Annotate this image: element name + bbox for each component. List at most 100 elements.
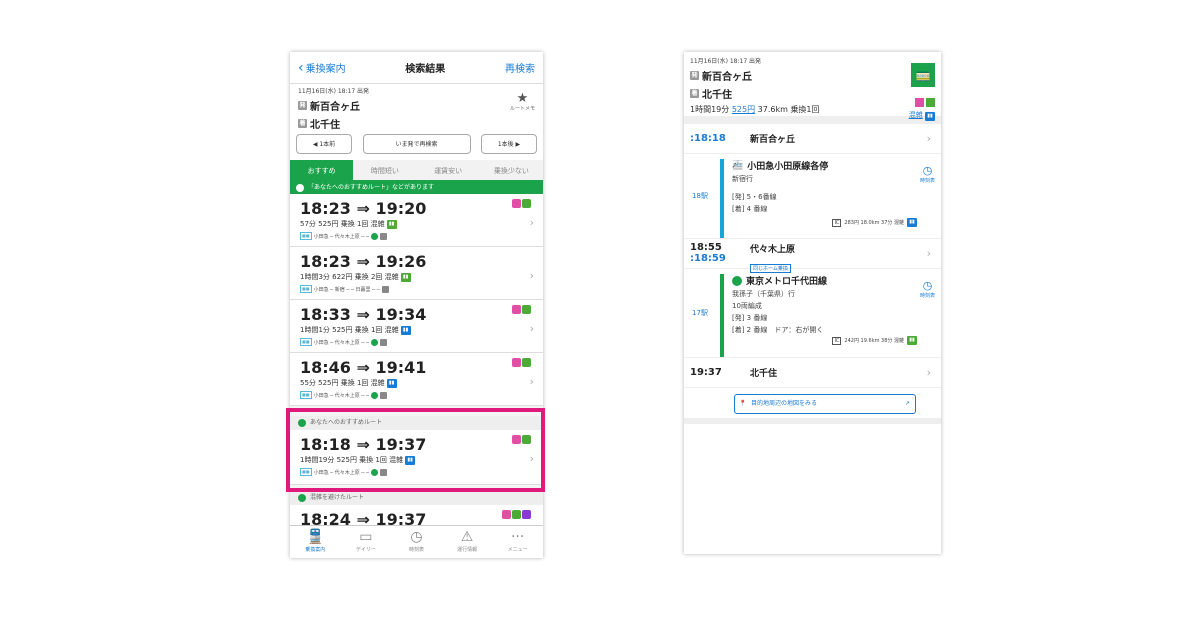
research-button[interactable]: 再検索 — [505, 60, 535, 75]
sort-tabs: おすすめ 時間短い 運賃安い 乗換少ない — [290, 160, 543, 182]
star-icon: ★ — [516, 91, 529, 106]
warning-icon: ⚠ — [460, 529, 474, 545]
route-line-text: 小田急 ─ 新宿 ─ ─ 日暮里 ─ ─ — [313, 286, 380, 293]
tab-daily[interactable]: ▭ デイリー — [341, 526, 392, 558]
prev-train-button[interactable]: ◀ 1本前 — [296, 134, 352, 154]
map-button[interactable]: 📍 目的地周辺の地図をみる ↗ — [734, 394, 916, 414]
line-name[interactable]: 🚈 小田急小田原線各停 — [732, 159, 941, 173]
crowd-icon: ▮▮ — [400, 272, 411, 282]
station-name: 北千住 — [750, 369, 778, 379]
station-row-transfer[interactable]: 18:55:18:59 代々木上原同じホーム乗換 › — [684, 239, 941, 273]
chiyoda-icon — [370, 391, 378, 399]
crowd-icon: ▮▮ — [386, 219, 397, 229]
route-item[interactable]: 18:23 ⇒ 19:20 57分 525円 乗換 1回 混雑 ▮▮ ■■ 小田急 … — [290, 194, 543, 247]
bottom-tab-bar: 🚆 乗換案内 ▭ デイリー ◷ 時刻表 ⚠ 運行情報 ··· メニュー — [290, 525, 543, 558]
tab-transfer[interactable]: 🚆 乗換案内 — [290, 526, 341, 558]
badge-icon — [926, 98, 935, 107]
odakyu-tag: ■■ — [300, 338, 312, 346]
departure-datetime: 11月16日(水) 18:17 出発 — [298, 88, 370, 95]
clock-icon: ◷ — [410, 529, 423, 545]
tab-recommended[interactable]: おすすめ — [290, 160, 354, 180]
route-line-text: 小田急 ─ 代々木上原 ─ ─ — [313, 339, 369, 346]
route-item[interactable]: 18:46 ⇒ 19:41 55分 525円 乗換 1回 混雑 ▮▮ ■■ 小田急 … — [290, 353, 543, 406]
route-header: 11月16日(水) 18:17 出発 発新百合ヶ丘 着北千住 ★ ルートメモ — [290, 84, 543, 132]
transfer-times: 18:55:18:59 — [690, 242, 750, 264]
badges — [914, 98, 935, 109]
route-time: 18:23 ⇒ 19:26 — [300, 252, 427, 271]
arrive-time: 18:55 — [690, 242, 722, 253]
research-now-button[interactable]: いま発で再検索 — [362, 134, 471, 154]
route-time: 18:33 ⇒ 19:34 — [300, 305, 427, 324]
badge-icon — [512, 358, 521, 367]
crowd-icon: ▮▮ — [925, 112, 935, 121]
badge-icon — [502, 510, 511, 519]
badge-icon — [512, 305, 521, 314]
pin-icon: 📍 — [739, 400, 747, 407]
timetable-label: 時刻表 — [919, 293, 935, 299]
route-item[interactable]: 18:33 ⇒ 19:34 1時間1分 525円 乗換 1回 混雑 ▮▮ ■■ 小田… — [290, 300, 543, 353]
tab-fewest-transfers[interactable]: 乗換少ない — [479, 160, 543, 180]
station-name: 新百合ヶ丘 — [750, 135, 796, 145]
route-item[interactable]: 18:23 ⇒ 19:26 1時間3分 622円 乗換 2回 混雑 ▮▮ ■■ 小田… — [290, 247, 543, 300]
route-info: 1時間1分 525円 乗換 1回 混雑 ▮▮ — [300, 325, 533, 335]
badge-icon — [522, 199, 531, 208]
chevron-right-icon: › — [926, 132, 931, 145]
route-memo-button[interactable]: ★ ルートメモ — [510, 92, 535, 112]
chevron-right-icon: › — [529, 322, 534, 335]
to-station: 着北千住 — [690, 86, 935, 101]
page-title: 検索結果 — [405, 64, 446, 75]
fare-link[interactable]: 525円 — [732, 105, 755, 114]
timetable-label: 時刻表 — [919, 178, 935, 184]
chevron-right-icon: › — [529, 269, 534, 282]
badge-icon — [522, 358, 531, 367]
divider — [684, 418, 941, 424]
station-row[interactable]: :18:18 新百合ヶ丘 › — [684, 124, 941, 154]
car-count: 10両編成 — [732, 302, 762, 310]
line-bar — [720, 274, 724, 357]
tab-cheapest[interactable]: 運賃安い — [416, 160, 480, 180]
leg-meta-text: 283円 18.0km 37分 混雑 — [844, 220, 904, 226]
to-name: 北千住 — [702, 90, 732, 101]
to-station: 着北千住 — [298, 116, 535, 131]
goal-icon — [379, 338, 387, 346]
chiyoda-icon — [370, 338, 378, 346]
chevron-right-icon: › — [926, 247, 931, 260]
ic-icon: IC — [832, 218, 842, 227]
crowd-link[interactable]: 混雑 ▮▮ — [909, 110, 935, 121]
odakyu-tag: ■■ — [300, 232, 312, 240]
crowd-label: 混雑 — [908, 111, 923, 119]
badge-icon — [522, 510, 531, 519]
from-station: 発新百合ヶ丘 — [298, 98, 535, 113]
route-lines: ■■ 小田急 ─ 新宿 ─ ─ 日暮里 ─ ─ — [300, 285, 533, 293]
stop-count[interactable]: 18駅 — [688, 191, 712, 201]
line-name[interactable]: 東京メトロ千代田線 — [732, 274, 941, 287]
from-station: 発新百合ヶ丘 — [690, 68, 935, 83]
summary-distance: 37.6km 乗換1回 — [757, 105, 820, 114]
from-mark: 発 — [690, 71, 699, 80]
train-icon: 🚈 — [732, 160, 744, 171]
leg-meta: IC 242円 19.6km 38分 混雑 ▮▮ — [732, 336, 941, 345]
same-platform-badge: 同じホーム乗換 — [750, 264, 791, 273]
tab-shortest[interactable]: 時間短い — [353, 160, 417, 180]
next-train-button[interactable]: 1本後 ▶ — [481, 134, 537, 154]
timetable-button[interactable]: ◷ 時刻表 — [919, 165, 935, 185]
route-lines: ■■ 小田急 ─ 代々木上原 ─ ─ — [300, 391, 533, 399]
chiyoda-icon — [370, 232, 378, 240]
back-button[interactable]: ‹ 乗換案内 — [298, 60, 346, 76]
tab-service-info[interactable]: ⚠ 運行情報 — [442, 526, 493, 558]
recommend-banner[interactable]: 「あなたへのおすすめルート」などがあります — [290, 182, 543, 194]
station-name: 代々木上原 — [750, 245, 796, 255]
tab-timetable[interactable]: ◷ 時刻表 — [391, 526, 442, 558]
station-row[interactable]: 19:37 北千住 › — [684, 358, 941, 388]
line-bar — [720, 159, 724, 238]
route-memo-label: ルートメモ — [509, 106, 535, 112]
timetable-button[interactable]: ◷ 時刻表 — [919, 280, 935, 300]
chevron-right-icon: › — [926, 366, 931, 379]
time-shift-buttons: ◀ 1本前 いま発で再検索 1本後 ▶ — [290, 134, 543, 154]
stop-count[interactable]: 17駅 — [688, 308, 712, 318]
ic-icon: IC — [832, 336, 842, 345]
badge-icon — [522, 305, 531, 314]
crowd-icon: ▮▮ — [907, 336, 917, 345]
route-lines: ■■ 小田急 ─ 代々木上原 ─ ─ — [300, 338, 533, 346]
tab-menu[interactable]: ··· メニュー — [492, 526, 543, 558]
